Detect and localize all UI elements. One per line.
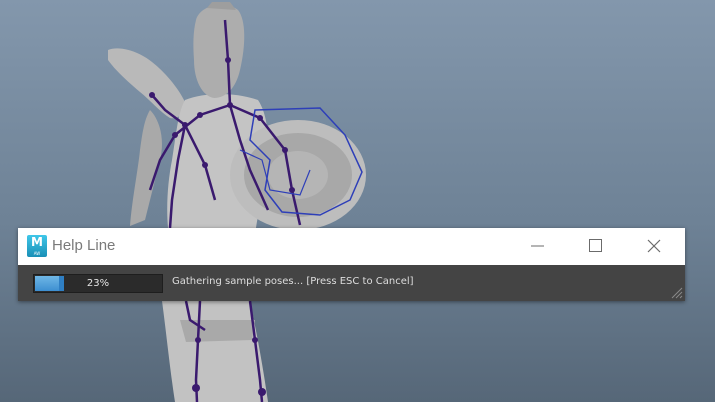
resize-grip-icon[interactable] — [671, 287, 683, 299]
help-line-window[interactable]: M AW Help Line 23% Gathering sample pose… — [18, 228, 685, 301]
window-title: Help Line — [52, 237, 116, 254]
close-button[interactable] — [631, 228, 677, 265]
viewport-3d[interactable] — [0, 0, 715, 402]
status-message: Gathering sample poses... [Press ESC to … — [172, 276, 414, 287]
maximize-button[interactable] — [573, 228, 619, 265]
minimize-button[interactable] — [515, 228, 561, 265]
status-bar: 23% Gathering sample poses... [Press ESC… — [18, 265, 685, 301]
app-icon-subtext: AW — [33, 251, 41, 256]
close-icon — [647, 239, 661, 253]
maya-app-icon: M AW — [27, 235, 47, 257]
maximize-icon — [589, 239, 602, 252]
character-model-render — [108, 2, 366, 402]
app-icon-letter: M — [31, 235, 43, 249]
minimize-icon — [531, 245, 544, 247]
title-bar[interactable]: M AW Help Line — [18, 228, 685, 265]
progress-percent: 23% — [86, 278, 110, 289]
progress-bar: 23% — [33, 274, 163, 293]
